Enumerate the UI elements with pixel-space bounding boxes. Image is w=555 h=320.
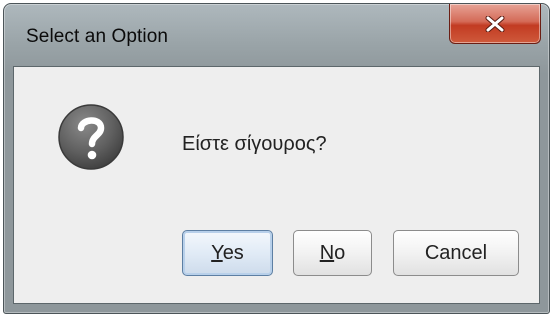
cancel-button-label: Cancel [424,241,488,264]
yes-button[interactable]: Yes [182,230,273,276]
yes-button-label: Yes [211,242,244,265]
dialog-title: Select an Option [26,26,169,47]
close-button[interactable] [449,4,541,44]
yes-label-rest: es [222,241,244,264]
option-dialog-window: Select an Option Είστε σίγουρος? Yes No … [3,3,550,314]
close-icon [485,15,505,32]
confirmation-message: Είστε σίγουρος? [182,133,327,155]
no-mnemonic: N [319,241,335,264]
dialog-content: Είστε σίγουρος? Yes No Cancel [13,66,540,304]
no-button[interactable]: No [293,230,372,276]
cancel-button[interactable]: Cancel [393,230,519,276]
no-label-rest: o [334,241,346,264]
yes-mnemonic: Y [211,241,223,264]
question-icon [58,104,124,170]
title-bar[interactable]: Select an Option [4,4,549,64]
no-button-label: No [320,242,346,265]
